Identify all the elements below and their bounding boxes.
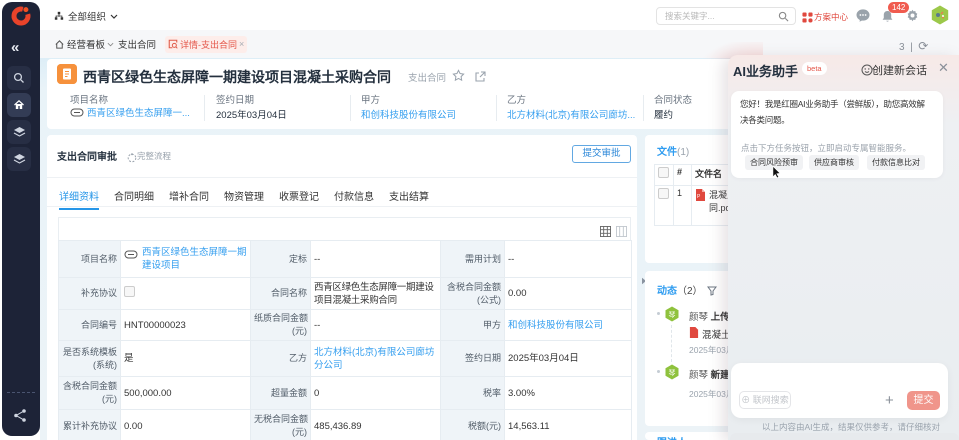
svg-text:琴: 琴 — [669, 369, 676, 377]
svg-text:琴: 琴 — [669, 311, 676, 319]
